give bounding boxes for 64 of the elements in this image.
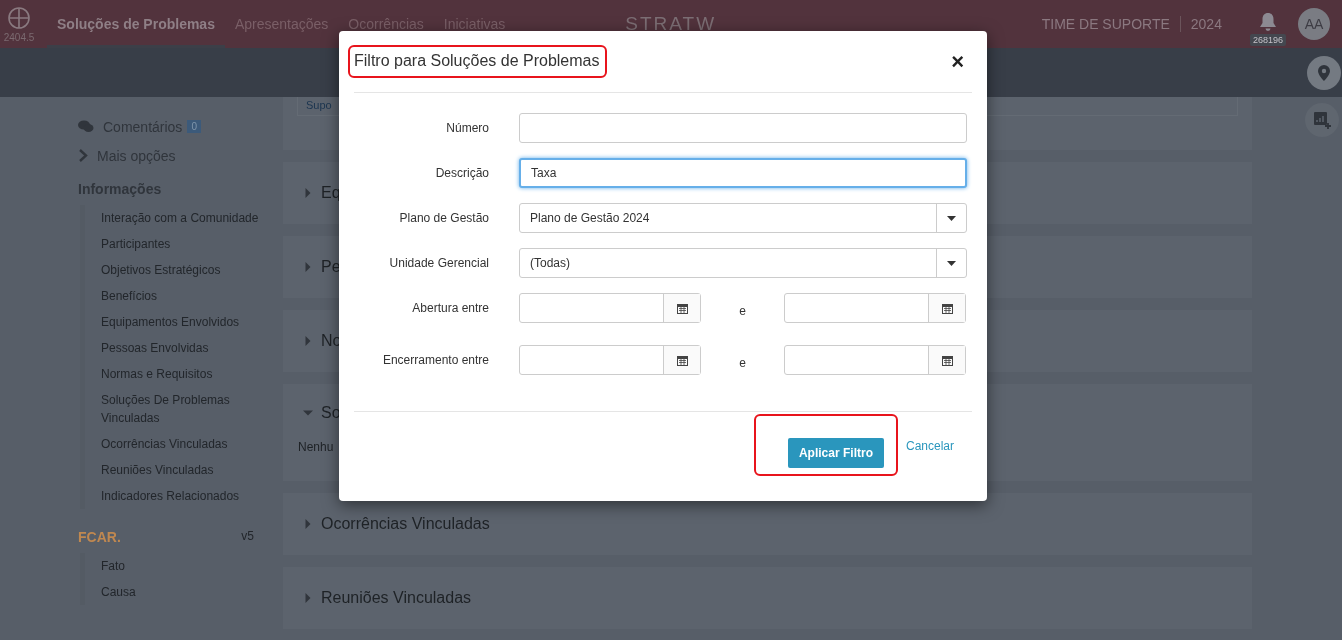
- select-field[interactable]: (Todas): [519, 248, 967, 278]
- caret-right-icon[interactable]: [303, 593, 313, 603]
- map-pin-icon: [1318, 65, 1330, 81]
- sidebar-item[interactable]: Causa: [101, 583, 283, 601]
- calendar-icon[interactable]: [941, 354, 953, 366]
- sidebar-item[interactable]: Ocorrências Vinculadas: [101, 435, 283, 453]
- field-label: Abertura entre: [411, 301, 489, 315]
- caret-down-icon: [947, 260, 956, 266]
- user-avatar[interactable]: AA: [1298, 8, 1330, 40]
- caret-right-icon[interactable]: [303, 262, 313, 272]
- sidebar-item[interactable]: Soluções De Problemas Vinculadas: [101, 391, 283, 427]
- date-field[interactable]: [519, 293, 701, 323]
- caret-right-icon[interactable]: [303, 519, 313, 529]
- sidebar-item[interactable]: Pessoas Envolvidas: [101, 339, 283, 357]
- field-label: Unidade Gerencial: [388, 256, 489, 270]
- select-field[interactable]: Plano de Gestão 2024: [519, 203, 967, 233]
- comments-icon: [78, 120, 94, 133]
- field-label: Descrição: [434, 166, 489, 180]
- sidebar-item[interactable]: Benefícios: [101, 287, 283, 305]
- sidebar-item[interactable]: Equipamentos Envolvidos: [101, 313, 283, 331]
- range-joiner: e: [738, 303, 747, 318]
- text-field[interactable]: [519, 113, 967, 143]
- dialog-title: Filtro para Soluções de Problemas: [354, 52, 600, 70]
- sidebar-item[interactable]: Participantes: [101, 235, 283, 253]
- calendar-icon[interactable]: [676, 354, 688, 366]
- section-title[interactable]: Ocorrências Vinculadas: [321, 515, 490, 533]
- comments-count: 0: [187, 120, 201, 133]
- sidebar-item[interactable]: Objetivos Estratégicos: [101, 261, 283, 279]
- apply-filter-button[interactable]: Aplicar Filtro: [787, 438, 884, 468]
- calendar-icon[interactable]: [941, 302, 953, 314]
- sidebar-item[interactable]: Fato: [101, 557, 283, 575]
- chevron-right-icon: [78, 149, 88, 162]
- cancel-link[interactable]: Cancelar: [905, 439, 954, 453]
- date-field[interactable]: [784, 293, 966, 323]
- circle-cross-logo-icon: [7, 5, 31, 30]
- version-label: v5: [241, 529, 254, 545]
- section-title[interactable]: Reuniões Vinculadas: [321, 589, 472, 607]
- notification-count: 268196: [1249, 34, 1286, 46]
- empty-note: Nenhu: [298, 440, 334, 454]
- add-chart-button[interactable]: [1305, 103, 1339, 137]
- bell-icon[interactable]: [1258, 12, 1277, 32]
- text-field[interactable]: Taxa: [519, 158, 967, 188]
- close-button[interactable]: ×: [951, 50, 972, 73]
- sidebar-item[interactable]: Reuniões Vinculadas: [101, 461, 283, 479]
- field-label: Plano de Gestão: [398, 211, 489, 225]
- date-field[interactable]: [784, 345, 966, 375]
- chart-plus-icon: [1313, 111, 1331, 129]
- team-name: TIME DE SUPORTE: [1041, 16, 1181, 32]
- caret-down-icon[interactable]: [303, 408, 313, 418]
- caret-right-icon[interactable]: [303, 188, 313, 198]
- field-label: Número: [445, 121, 489, 135]
- sidebar-item[interactable]: Indicadores Relacionados: [101, 487, 283, 505]
- sidebar-item[interactable]: Interação com a Comunidade: [101, 209, 283, 227]
- field-label: Encerramento entre: [381, 353, 489, 367]
- year-label: 2024: [1189, 16, 1222, 32]
- calendar-icon[interactable]: [676, 302, 688, 314]
- section-title[interactable]: Pe: [321, 258, 341, 276]
- sidebar-item[interactable]: Normas e Requisitos: [101, 365, 283, 383]
- caret-down-icon: [947, 215, 956, 221]
- range-joiner: e: [738, 355, 747, 370]
- caret-right-icon[interactable]: [303, 336, 313, 346]
- section-heading: FCAR.: [78, 529, 121, 545]
- logo-text: STRATW: [625, 13, 717, 35]
- date-field[interactable]: [519, 345, 701, 375]
